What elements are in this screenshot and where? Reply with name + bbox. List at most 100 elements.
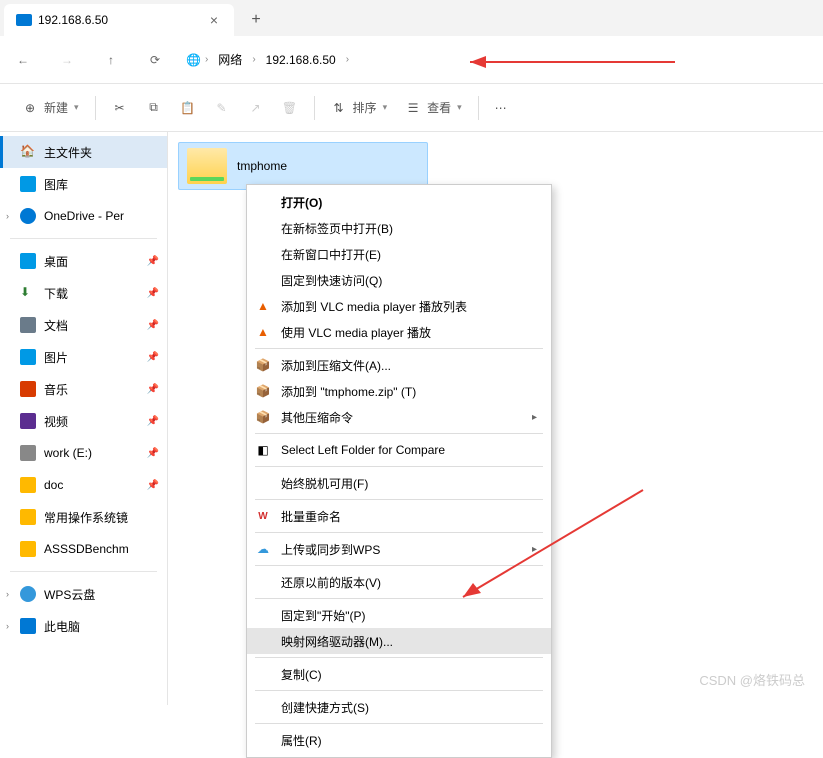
sidebar-item-pictures[interactable]: 图片 📌 — [0, 341, 167, 373]
breadcrumb-network[interactable]: 网络 — [212, 47, 248, 72]
menu-restore[interactable]: 还原以前的版本(V) — [247, 569, 551, 595]
menu-shortcut[interactable]: 创建快捷方式(S) — [247, 694, 551, 720]
menu-pin-quick[interactable]: 固定到快速访问(Q) — [247, 267, 551, 293]
sidebar-item-thispc[interactable]: › 此电脑 — [0, 610, 167, 642]
share-icon: ↗ — [248, 100, 264, 116]
sidebar-item-wps[interactable]: › WPS云盘 — [0, 578, 167, 610]
sidebar-label: 视频 — [44, 413, 68, 430]
new-tab-button[interactable]: + — [240, 4, 272, 36]
pin-icon[interactable]: 📌 — [147, 256, 159, 267]
chevron-right-icon[interactable]: › — [346, 54, 349, 65]
pin-icon[interactable]: 📌 — [147, 480, 159, 491]
share-button[interactable]: ↗ — [240, 92, 272, 124]
menu-properties[interactable]: 属性(R) — [247, 727, 551, 753]
menu-batch-rename[interactable]: W批量重命名 — [247, 503, 551, 529]
menu-open-new-tab[interactable]: 在新标签页中打开(B) — [247, 215, 551, 241]
separator — [255, 657, 543, 658]
sort-button[interactable]: ⇅ 排序 ▾ — [323, 92, 396, 124]
pin-icon[interactable]: 📌 — [147, 288, 159, 299]
menu-open[interactable]: 打开(O) — [247, 189, 551, 215]
sidebar-item-home[interactable]: 🏠 主文件夹 — [0, 136, 167, 168]
pin-icon[interactable]: 📌 — [147, 352, 159, 363]
pin-icon[interactable]: 📌 — [147, 384, 159, 395]
menu-compress-other[interactable]: 📦其他压缩命令▸ — [247, 404, 551, 430]
menu-open-new-window[interactable]: 在新窗口中打开(E) — [247, 241, 551, 267]
menu-vlc-add[interactable]: ▲添加到 VLC media player 播放列表 — [247, 293, 551, 319]
address-bar[interactable]: 🌐 › 网络 › 192.168.6.50 › — [186, 47, 813, 72]
context-menu: 打开(O) 在新标签页中打开(B) 在新窗口中打开(E) 固定到快速访问(Q) … — [246, 184, 552, 758]
sidebar-item-onedrive[interactable]: › OneDrive - Per — [0, 200, 167, 232]
up-button[interactable]: ↑ — [98, 47, 124, 73]
menu-compress-a[interactable]: 📦添加到压缩文件(A)... — [247, 352, 551, 378]
sidebar-item-desktop[interactable]: 桌面 📌 — [0, 245, 167, 277]
new-button[interactable]: ⊕ 新建 ▾ — [14, 92, 87, 124]
sidebar-item-documents[interactable]: 文档 📌 — [0, 309, 167, 341]
forward-button[interactable]: → — [54, 47, 80, 73]
close-icon[interactable]: × — [206, 10, 222, 30]
chevron-right-icon[interactable]: › — [6, 589, 9, 599]
rename-icon: ✎ — [214, 100, 230, 116]
trash-icon: 🗑 — [282, 100, 298, 116]
folder-tmphome[interactable]: tmphome — [178, 142, 428, 190]
folder-icon — [20, 509, 36, 525]
archive-icon: 📦 — [255, 409, 271, 425]
refresh-button[interactable]: ⟳ — [142, 47, 168, 73]
back-button[interactable]: ← — [10, 47, 36, 73]
chevron-right-icon[interactable]: › — [6, 211, 9, 221]
cut-button[interactable]: ✂ — [104, 92, 136, 124]
sidebar-item-videos[interactable]: 视频 📌 — [0, 405, 167, 437]
folder-label: tmphome — [237, 159, 287, 173]
menu-pin-start[interactable]: 固定到"开始"(P) — [247, 602, 551, 628]
sidebar-item-downloads[interactable]: ⬇ 下载 📌 — [0, 277, 167, 309]
chevron-down-icon: ▾ — [457, 102, 462, 113]
rename-button[interactable]: ✎ — [206, 92, 238, 124]
chevron-down-icon: ▾ — [383, 102, 388, 113]
folder-icon — [20, 477, 36, 493]
sidebar-label: ASSSDBenchm — [44, 542, 129, 556]
menu-compress-zip[interactable]: 📦添加到 "tmphome.zip" (T) — [247, 378, 551, 404]
sidebar-label: OneDrive - Per — [44, 209, 124, 223]
separator — [10, 238, 157, 239]
menu-upload-wps[interactable]: ☁上传或同步到WPS▸ — [247, 536, 551, 562]
separator — [95, 96, 96, 120]
more-button[interactable]: ⋯ — [487, 92, 515, 124]
chevron-down-icon: ▾ — [74, 102, 79, 113]
sidebar-label: 图片 — [44, 349, 68, 366]
view-icon: ☰ — [405, 100, 421, 116]
sidebar-item-music[interactable]: 音乐 📌 — [0, 373, 167, 405]
archive-icon: 📦 — [255, 383, 271, 399]
chevron-right-icon[interactable]: › — [252, 54, 255, 65]
sidebar-item-drive-e[interactable]: work (E:) 📌 — [0, 437, 167, 469]
copy-icon: ⧉ — [146, 100, 162, 116]
pin-icon[interactable]: 📌 — [147, 416, 159, 427]
paste-button[interactable]: 📋 — [172, 92, 204, 124]
breadcrumb-host[interactable]: 192.168.6.50 — [260, 49, 342, 71]
separator — [255, 598, 543, 599]
vlc-icon: ▲ — [255, 298, 271, 314]
delete-button[interactable]: 🗑 — [274, 92, 306, 124]
sidebar-label: doc — [44, 478, 63, 492]
chevron-right-icon[interactable]: › — [6, 621, 9, 631]
cloud-icon — [20, 208, 36, 224]
menu-vlc-play[interactable]: ▲使用 VLC media player 播放 — [247, 319, 551, 345]
sidebar-item-folder[interactable]: 常用操作系统镜 — [0, 501, 167, 533]
sidebar-label: 图库 — [44, 176, 68, 193]
menu-offline[interactable]: 始终脱机可用(F) — [247, 470, 551, 496]
watermark: CSDN @烙铁码总 — [699, 670, 805, 689]
copy-button[interactable]: ⧉ — [138, 92, 170, 124]
sidebar-label: 音乐 — [44, 381, 68, 398]
browser-tab[interactable]: 192.168.6.50 × — [4, 4, 234, 36]
chevron-right-icon[interactable]: › — [205, 54, 208, 65]
pin-icon[interactable]: 📌 — [147, 320, 159, 331]
menu-compare[interactable]: ◧Select Left Folder for Compare — [247, 437, 551, 463]
sidebar-item-asssd[interactable]: ASSSDBenchm — [0, 533, 167, 565]
pin-icon[interactable]: 📌 — [147, 448, 159, 459]
scissors-icon: ✂ — [112, 100, 128, 116]
menu-copy[interactable]: 复制(C) — [247, 661, 551, 687]
view-button[interactable]: ☰ 查看 ▾ — [397, 92, 470, 124]
menu-map-drive[interactable]: 映射网络驱动器(M)... — [247, 628, 551, 654]
video-icon — [20, 413, 36, 429]
separator — [255, 565, 543, 566]
sidebar-item-gallery[interactable]: 图库 — [0, 168, 167, 200]
sidebar-item-doc[interactable]: doc 📌 — [0, 469, 167, 501]
